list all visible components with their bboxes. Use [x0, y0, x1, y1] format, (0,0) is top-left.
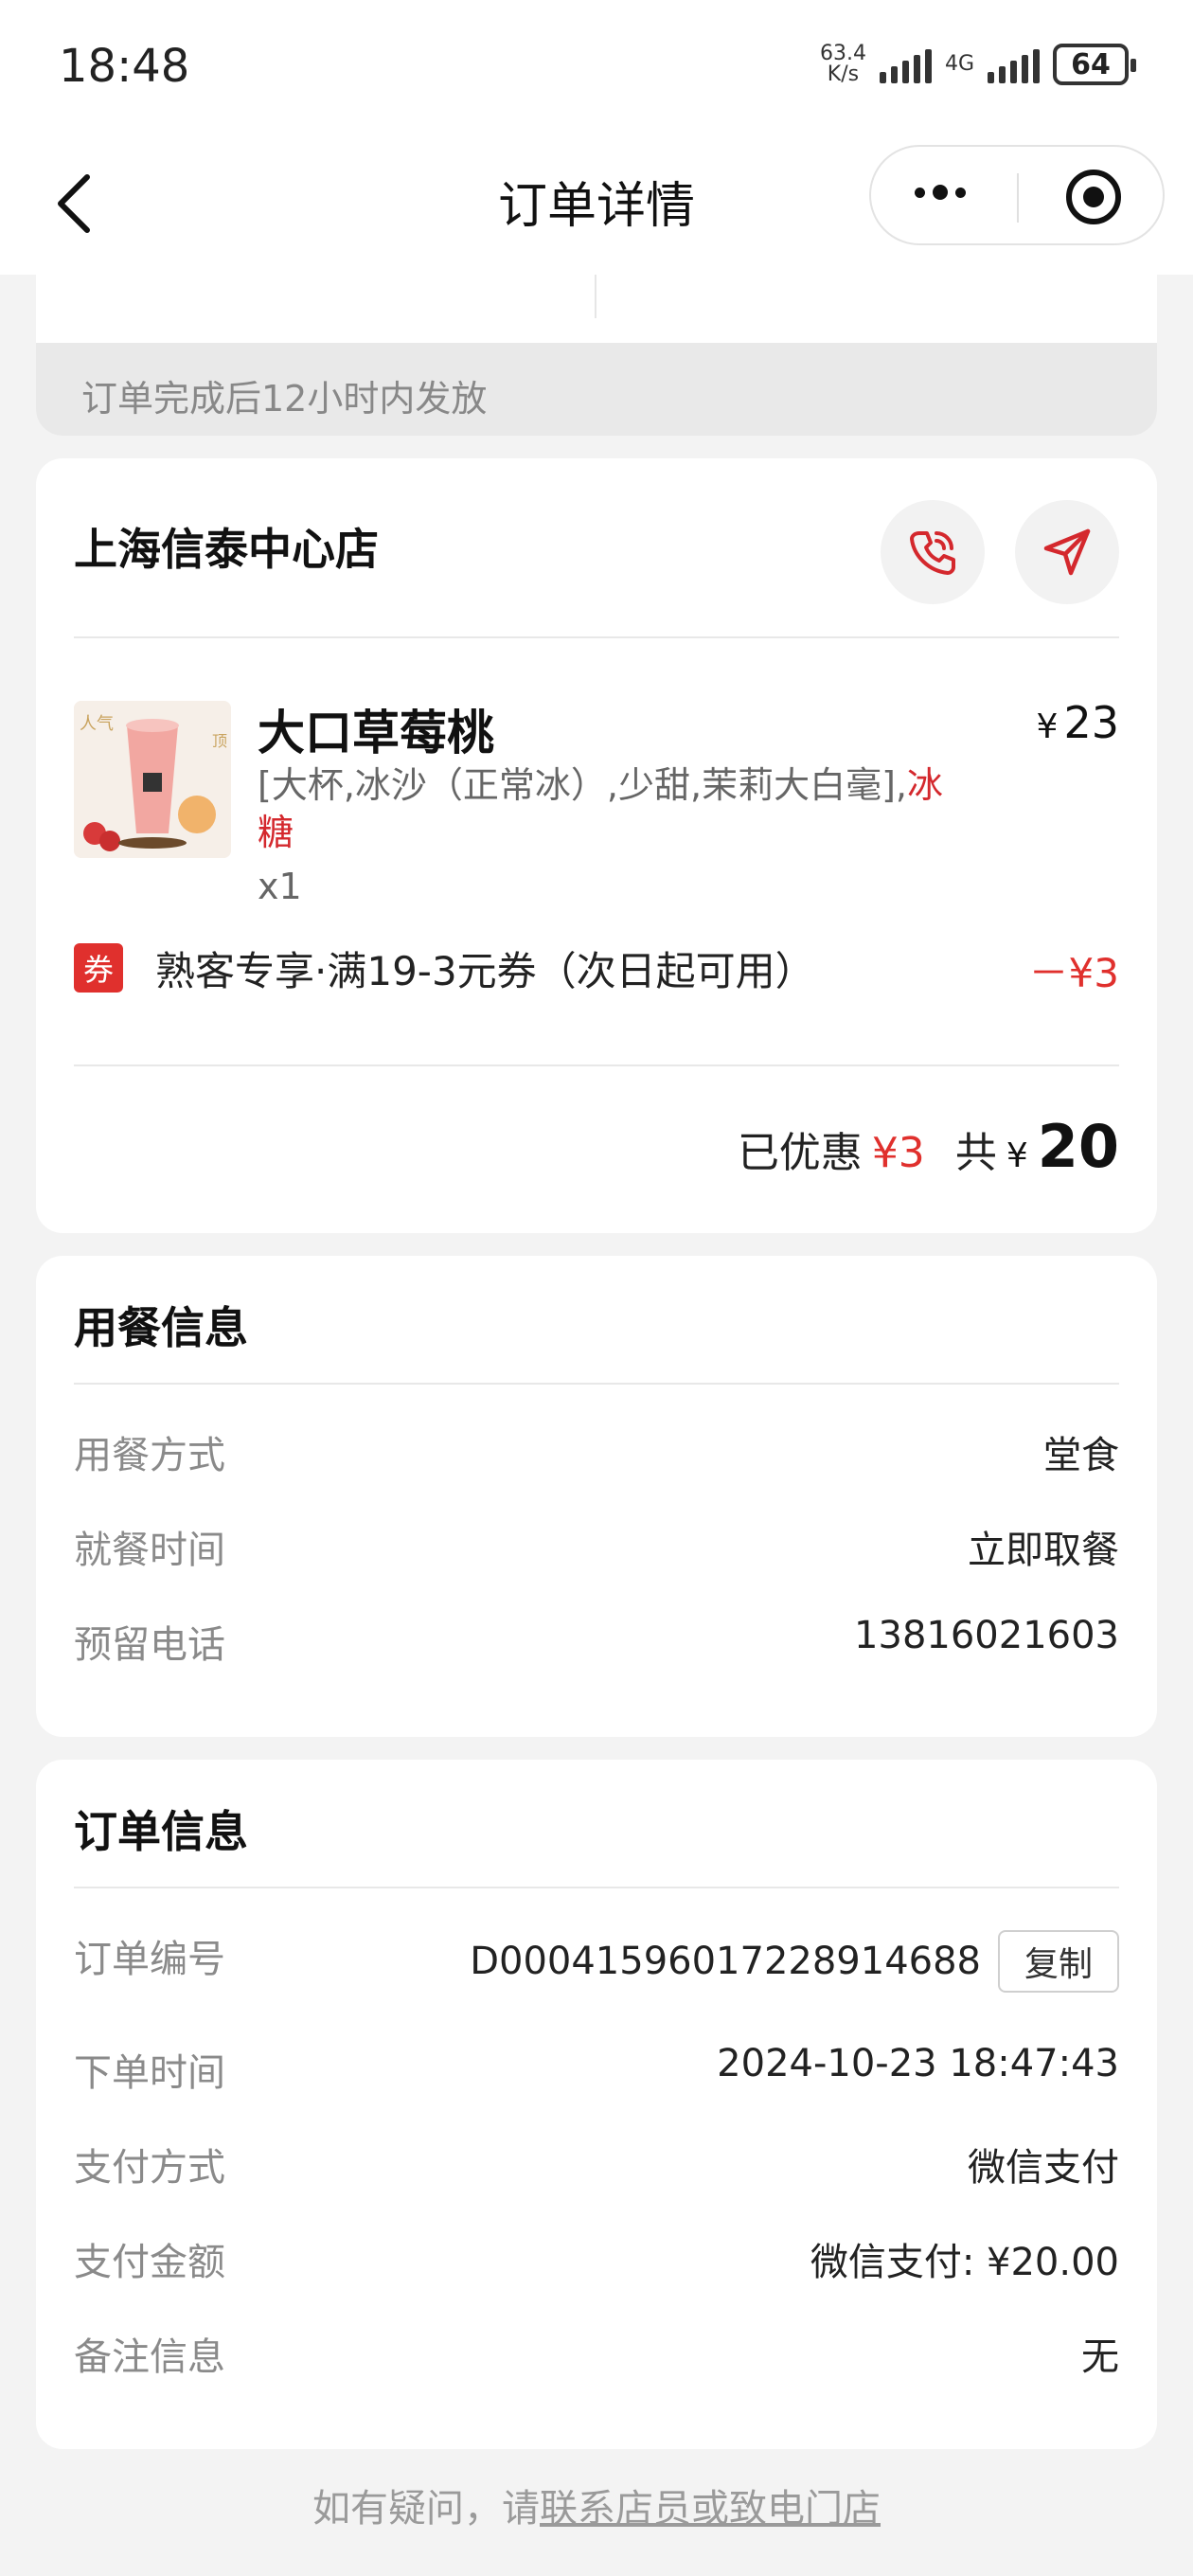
copy-button[interactable]: 复制 — [998, 1930, 1119, 1993]
mini-program-capsule — [869, 145, 1165, 245]
battery-icon: 64 — [1053, 44, 1136, 85]
network-type: 4G — [944, 52, 974, 76]
info-row-phone: 预留电话 13816021603 — [74, 1614, 1119, 1667]
target-circle-icon[interactable] — [1066, 170, 1121, 224]
info-row-remarks: 备注信息 无 — [74, 2335, 1119, 2379]
product-quantity: x1 — [258, 866, 302, 907]
dining-info-card: 用餐信息 用餐方式 堂食 就餐时间 立即取餐 预留电话 13816021603 — [36, 1256, 1157, 1737]
product-spec: [大杯,冰沙（正常冰）,少甜,茉莉大白毫],冰糖 — [258, 764, 943, 853]
coupon-text: 熟客专享·满19-3元券（次日起可用） — [155, 948, 815, 994]
network-speed: 63.4 K/s — [819, 42, 866, 86]
order-total: 20 — [1037, 1112, 1119, 1181]
navigation-arrow-icon[interactable] — [1015, 500, 1119, 604]
capsule-divider — [1017, 173, 1019, 223]
order-info-card: 订单信息 订单编号 D0004159601722891468​8 复制 下单时间… — [36, 1760, 1157, 2449]
help-footer: 如有疑问，请联系店员或致电门店 — [312, 2487, 881, 2531]
signal-icon — [879, 45, 932, 83]
phone-icon[interactable] — [881, 500, 985, 604]
signal-icon-secondary — [988, 45, 1040, 83]
product-name: 大口草莓桃 — [258, 706, 494, 760]
status-time: 18:48 — [59, 40, 190, 93]
info-row-dining-time: 就餐时间 立即取餐 — [74, 1529, 1119, 1572]
reward-notice: 订单完成后12小时内发放 — [36, 343, 1157, 436]
divider — [74, 1383, 1119, 1385]
info-row-order-number: 订单编号 D0004159601722891468​8 复制 — [74, 1928, 1119, 1993]
status-indicators: 63.4 K/s 4G 64 — [819, 42, 1136, 86]
coupon-amount: －¥3 — [1028, 950, 1119, 996]
order-items-card: 上海信泰中心店 人气 顶 大口草莓桃 ¥23 [大杯,冰沙（正常冰）,少甜,茉莉… — [36, 458, 1157, 1233]
store-name: 上海信泰中心店 — [74, 524, 379, 575]
product-price: ¥23 — [1036, 697, 1119, 748]
order-number: D0004159601722891468​8 — [470, 1940, 981, 1983]
info-row-dining-mode: 用餐方式 堂食 — [74, 1434, 1119, 1477]
divider — [74, 1887, 1119, 1888]
svg-text:顶: 顶 — [212, 732, 227, 750]
product-image: 人气 顶 — [74, 701, 231, 858]
info-row-order-time: 下单时间 2024-10-23 18:47:43 — [74, 2042, 1119, 2095]
info-row-payment-method: 支付方式 微信支付 — [74, 2146, 1119, 2190]
status-bar: 18:48 63.4 K/s 4G 64 — [0, 0, 1193, 137]
more-dots-icon[interactable] — [915, 185, 966, 200]
contact-store-link[interactable]: 联系店员或致电门店 — [540, 2487, 881, 2531]
reward-card: 订单完成后12小时内发放 — [36, 256, 1157, 436]
divider — [74, 636, 1119, 638]
divider — [74, 1064, 1119, 1066]
coupon-tag: 券 — [74, 943, 123, 993]
nav-bar: 订单详情 — [0, 137, 1193, 275]
info-row-payment-amount: 支付金额 微信支付: ¥20.00 — [74, 2241, 1119, 2284]
section-title: 订单信息 — [74, 1806, 248, 1857]
order-summary: 已优惠 ¥3 共 ¥ 20 — [737, 1112, 1119, 1181]
svg-text:人气: 人气 — [80, 714, 114, 734]
section-title: 用餐信息 — [74, 1302, 248, 1353]
